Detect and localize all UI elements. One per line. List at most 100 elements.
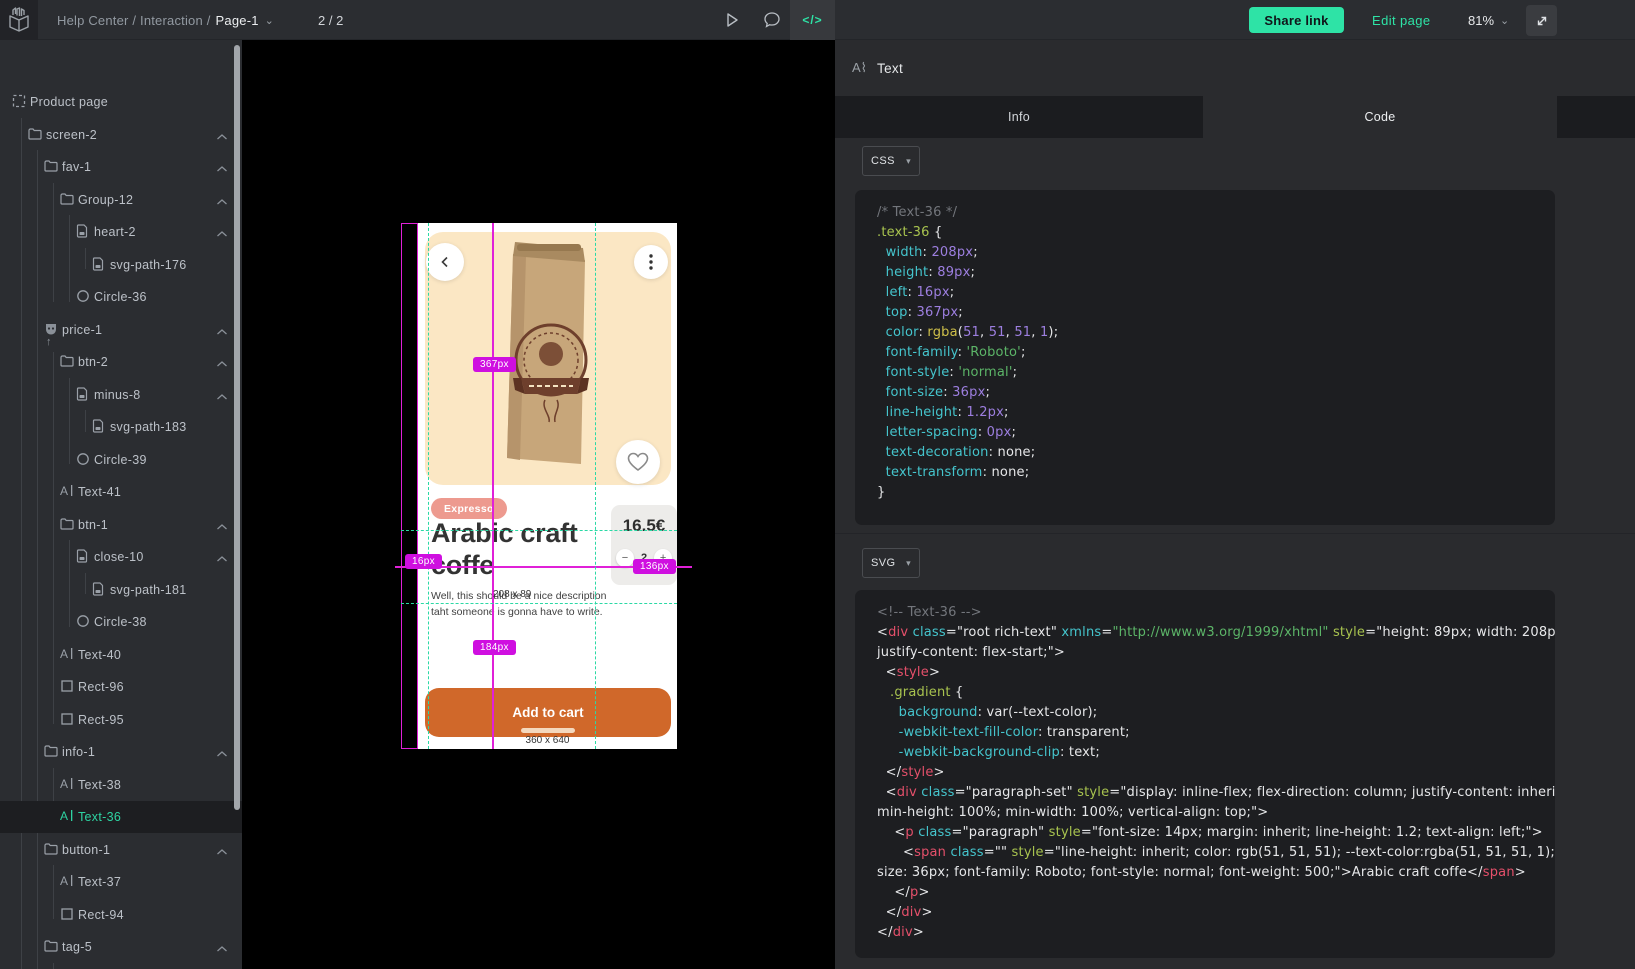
- layer-row-circle-36[interactable]: Circle-36: [0, 281, 242, 313]
- chevron-down-icon[interactable]: ⌄: [265, 14, 274, 27]
- layer-label: Text-41: [78, 476, 121, 508]
- back-button[interactable]: [426, 243, 464, 281]
- layer-row-svg-path-181[interactable]: svg-path-181: [0, 574, 242, 606]
- layer-row-product page[interactable]: Product page: [0, 86, 242, 118]
- rect-icon: [60, 712, 76, 728]
- layer-row-rect-95[interactable]: Rect-95: [0, 704, 242, 736]
- layer-row-rect-94[interactable]: Rect-94: [0, 899, 242, 931]
- minus-button[interactable]: −: [616, 549, 634, 567]
- more-menu-button[interactable]: [634, 245, 668, 279]
- chevron-up-icon[interactable]: [216, 940, 230, 954]
- code-line: min-height: 100%; min-width: 100%; verti…: [877, 803, 1533, 823]
- favorite-button[interactable]: [616, 440, 660, 484]
- layer-row-text-36[interactable]: AText-36: [0, 801, 242, 833]
- measure-label-top: 367px: [473, 357, 516, 372]
- folder-icon: [44, 842, 60, 858]
- comment-button[interactable]: [752, 0, 792, 40]
- chevron-up-icon[interactable]: [216, 323, 230, 337]
- sidebar-scrollbar[interactable]: [234, 45, 240, 810]
- play-button[interactable]: [712, 0, 752, 40]
- code-line: justify-content: flex-start;">: [877, 643, 1533, 663]
- chevron-down-icon: ▾: [906, 156, 911, 167]
- code-line: <p class="paragraph" style="font-size: 1…: [877, 823, 1533, 843]
- chevron-up-icon[interactable]: [216, 745, 230, 759]
- inspector-tabs: Info Code: [835, 96, 1635, 138]
- layer-row-circle-39[interactable]: Circle-39: [0, 444, 242, 476]
- layer-row-screen-2[interactable]: screen-2: [0, 119, 242, 151]
- chevron-up-icon[interactable]: [216, 128, 230, 142]
- layer-row-btn-2[interactable]: btn-2: [0, 346, 242, 378]
- chevron-up-icon[interactable]: [216, 193, 230, 207]
- svg-code-block[interactable]: <!-- Text-36 --><div class="root rich-te…: [855, 590, 1555, 958]
- folder-icon: [44, 939, 60, 955]
- edit-page-link[interactable]: Edit page: [1372, 0, 1431, 40]
- product-screen-frame[interactable]: Expresso Arabic craft coffe 16.5€ − 2 + …: [417, 223, 677, 749]
- chevron-left-icon: [439, 256, 451, 268]
- text-size-label: 208 x 89: [493, 589, 531, 600]
- chevron-up-icon[interactable]: [216, 388, 230, 402]
- topbar: Help Center / Interaction / Page-1 ⌄ 2 /…: [0, 0, 1635, 40]
- layer-row-circle-38[interactable]: Circle-38: [0, 606, 242, 638]
- layer-label: Text-40: [78, 639, 121, 671]
- layer-label: Text-38: [78, 769, 121, 801]
- inspector-panel: A⌇ Text Info Code CSS ▾ /* Text-36 */.te…: [835, 40, 1635, 969]
- file-icon: [76, 549, 92, 565]
- design-canvas[interactable]: Expresso Arabic craft coffe 16.5€ − 2 + …: [242, 40, 835, 969]
- layer-label: button-1: [62, 834, 110, 866]
- tab-code[interactable]: Code: [1203, 96, 1557, 138]
- layer-label: close-10: [94, 541, 144, 573]
- layer-row-svg-path-176[interactable]: svg-path-176: [0, 249, 242, 281]
- layer-row-info-1[interactable]: info-1: [0, 736, 242, 768]
- layer-row-text-41[interactable]: AText-41: [0, 476, 242, 508]
- code-line: </div>: [877, 923, 1533, 943]
- layer-row-svg-path-183[interactable]: svg-path-183: [0, 411, 242, 443]
- chevron-up-icon[interactable]: [216, 355, 230, 369]
- code-mode-button[interactable]: </>: [790, 0, 835, 40]
- code-line: line-height: 1.2px;: [877, 403, 1533, 423]
- fullscreen-button[interactable]: [1526, 5, 1557, 36]
- inspector-header: A⌇ Text: [835, 40, 1635, 96]
- text-icon: A: [60, 809, 76, 825]
- product-title[interactable]: Arabic craft coffe: [431, 518, 606, 582]
- zoom-control[interactable]: 81% ⌄: [1468, 0, 1509, 40]
- code-line: width: 208px;: [877, 243, 1533, 263]
- code-line: background: var(--text-color);: [877, 703, 1533, 723]
- layer-row-button-1[interactable]: button-1: [0, 834, 242, 866]
- code-line: font-size: 36px;: [877, 383, 1533, 403]
- text-icon: A: [60, 874, 76, 890]
- css-code-block[interactable]: /* Text-36 */.text-36 { width: 208px; he…: [855, 190, 1555, 525]
- chevron-up-icon[interactable]: [216, 843, 230, 857]
- layer-row-btn-1[interactable]: btn-1: [0, 509, 242, 541]
- share-link-button[interactable]: Share link: [1249, 7, 1344, 33]
- chevron-up-icon[interactable]: [216, 225, 230, 239]
- category-tag[interactable]: Expresso: [431, 498, 507, 519]
- chevron-up-icon[interactable]: [216, 160, 230, 174]
- breadcrumb[interactable]: Help Center / Interaction / Page-1 ⌄: [57, 0, 274, 40]
- layer-row-text-40[interactable]: AText-40: [0, 639, 242, 671]
- chevron-up-icon[interactable]: [216, 550, 230, 564]
- circle-icon: [76, 614, 92, 630]
- heart-icon: [627, 452, 649, 472]
- layer-row-price-1[interactable]: price-1: [0, 314, 242, 346]
- kebab-menu-icon: [649, 254, 653, 270]
- layer-row-group-12[interactable]: Group-12: [0, 184, 242, 216]
- layer-row-minus-8[interactable]: minus-8: [0, 379, 242, 411]
- chevron-up-icon[interactable]: [216, 518, 230, 532]
- layer-row-fav-1[interactable]: fav-1: [0, 151, 242, 183]
- css-format-select[interactable]: CSS ▾: [862, 146, 920, 176]
- layer-row-text-38[interactable]: AText-38: [0, 769, 242, 801]
- layer-label: info-1: [62, 736, 95, 768]
- layer-row-text-37[interactable]: AText-37: [0, 866, 242, 898]
- tab-info[interactable]: Info: [835, 96, 1203, 138]
- layer-row-close-10[interactable]: close-10: [0, 541, 242, 573]
- app-logo[interactable]: [0, 0, 38, 40]
- page-counter: 2 / 2: [318, 0, 343, 40]
- layer-row-rect-96[interactable]: Rect-96: [0, 671, 242, 703]
- code-line: size: 36px; font-family: Roboto; font-st…: [877, 863, 1533, 883]
- circle-icon: [76, 452, 92, 468]
- measure-label-bottom: 184px: [473, 640, 516, 655]
- layer-row-heart-2[interactable]: heart-2: [0, 216, 242, 248]
- layer-row-tag-5[interactable]: tag-5: [0, 931, 242, 963]
- code-line: </p>: [877, 883, 1533, 903]
- svg-format-select[interactable]: SVG ▾: [862, 548, 920, 578]
